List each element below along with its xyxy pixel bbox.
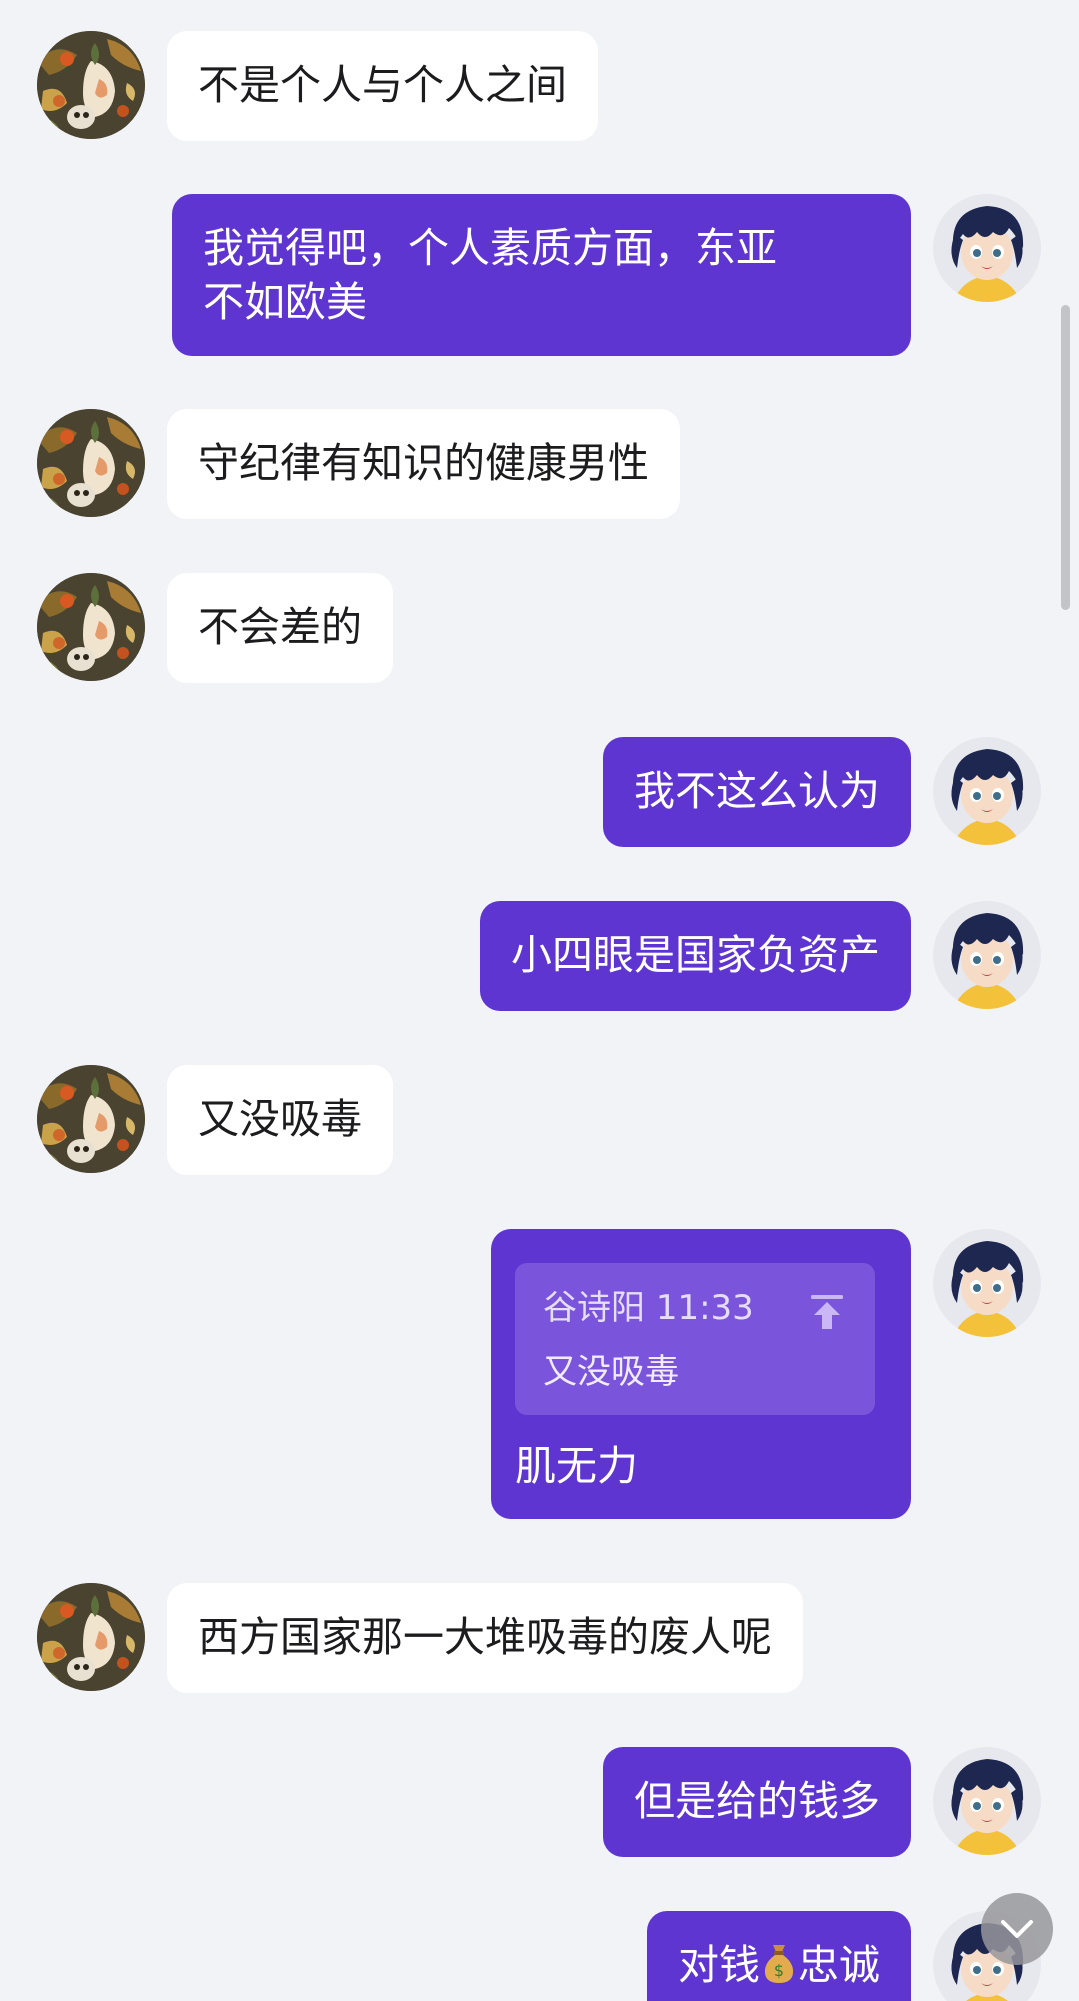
- my-avatar[interactable]: [933, 194, 1041, 302]
- my-avatar[interactable]: [933, 901, 1041, 1009]
- contact-avatar[interactable]: [37, 409, 145, 517]
- quoted-sender: 谷诗阳: [543, 1288, 645, 1328]
- message-bubble-incoming[interactable]: 不会差的: [167, 573, 393, 683]
- quoted-message[interactable]: 谷诗阳 11:33 又没吸毒: [515, 1263, 875, 1415]
- message-bubble-outgoing[interactable]: 小四眼是国家负资产: [480, 901, 911, 1011]
- message-text: 小四眼是国家负资产: [511, 931, 880, 979]
- message-bubble-incoming[interactable]: 守纪律有知识的健康男性: [167, 409, 680, 519]
- my-avatar[interactable]: [933, 1229, 1041, 1337]
- message-text: 肌无力: [515, 1442, 638, 1490]
- my-avatar[interactable]: [933, 1747, 1041, 1855]
- quoted-time: 11:33: [655, 1288, 754, 1328]
- message-text: 又没吸毒: [198, 1095, 362, 1143]
- my-avatar[interactable]: [933, 737, 1041, 845]
- message-text: 但是给的钱多: [634, 1777, 880, 1825]
- message-bubble-outgoing[interactable]: 我觉得吧，个人素质方面，东亚 不如欧美: [172, 194, 911, 356]
- quoted-message-meta: 谷诗阳 11:33: [543, 1285, 847, 1331]
- message-text-line: 我觉得吧，个人素质方面，东亚: [203, 224, 777, 272]
- scroll-to-bottom-button[interactable]: [981, 1893, 1053, 1965]
- contact-avatar[interactable]: [37, 31, 145, 139]
- message-text: 对钱: [678, 1941, 760, 1989]
- message-bubble-incoming[interactable]: 西方国家那一大堆吸毒的废人呢: [167, 1583, 803, 1693]
- message-text: 忠诚: [798, 1941, 880, 1989]
- message-bubble-incoming[interactable]: 又没吸毒: [167, 1065, 393, 1175]
- chat-thread[interactable]: 不是个人与个人之间 我觉得吧，个人素质方面，东亚 不如欧美 守纪律有知识的健康男…: [0, 0, 1079, 2001]
- message-text: 不会差的: [198, 603, 362, 651]
- message-text: 西方国家那一大堆吸毒的废人呢: [198, 1613, 772, 1661]
- quoted-text: 又没吸毒: [543, 1352, 679, 1392]
- scrollbar[interactable]: [1061, 305, 1070, 610]
- message-bubble-outgoing-reply[interactable]: 谷诗阳 11:33 又没吸毒 肌无力: [491, 1229, 911, 1519]
- contact-avatar[interactable]: [37, 573, 145, 681]
- message-text: 我不这么认为: [634, 767, 880, 815]
- svg-text:$: $: [774, 1961, 784, 1980]
- arrow-up-to-top-icon[interactable]: [807, 1291, 847, 1331]
- message-text-line: 不如欧美: [203, 278, 367, 326]
- message-bubble-incoming[interactable]: 不是个人与个人之间: [167, 31, 598, 141]
- message-text: 不是个人与个人之间: [198, 61, 567, 109]
- message-bubble-outgoing[interactable]: 对钱 $ 忠诚: [647, 1911, 911, 2001]
- chevron-down-icon: [1001, 1920, 1033, 1938]
- contact-avatar[interactable]: [37, 1065, 145, 1173]
- contact-avatar[interactable]: [37, 1583, 145, 1691]
- message-text: 守纪律有知识的健康男性: [198, 439, 649, 487]
- message-bubble-outgoing[interactable]: 我不这么认为: [603, 737, 911, 847]
- message-bubble-outgoing[interactable]: 但是给的钱多: [603, 1747, 911, 1857]
- money-bag-icon: $: [762, 1941, 796, 1985]
